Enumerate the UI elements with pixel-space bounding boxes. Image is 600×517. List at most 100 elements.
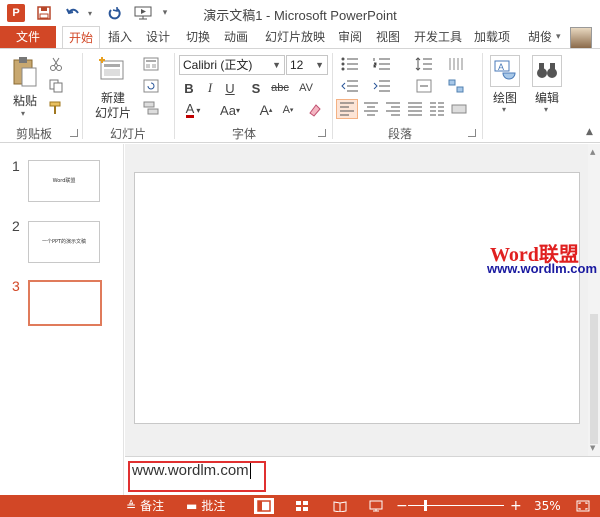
comments-toggle-button[interactable]: ▬ 批注: [186, 495, 225, 517]
cut-icon[interactable]: [46, 55, 66, 73]
title-bar: P ▾ ▾ 演示文稿1 - Microsoft PowerPoint: [0, 0, 600, 26]
zoom-level[interactable]: 35%: [534, 495, 561, 517]
tab-animations[interactable]: 动画: [220, 26, 252, 48]
format-painter-icon[interactable]: [46, 99, 66, 117]
slide-thumbnail-2[interactable]: 一个PPT的演示文稿: [28, 221, 100, 263]
section-icon[interactable]: [140, 99, 162, 117]
zoom-in-button[interactable]: +: [510, 495, 522, 517]
new-slide-icon[interactable]: [98, 55, 128, 85]
justify-icon[interactable]: [404, 99, 426, 119]
increase-indent-icon[interactable]: [370, 77, 394, 95]
bold-icon[interactable]: B: [181, 79, 197, 97]
drawing-label[interactable]: 绘图: [486, 89, 524, 106]
reading-view-icon: [333, 501, 347, 512]
tab-home[interactable]: 开始: [62, 26, 100, 48]
italic-icon[interactable]: I: [202, 79, 218, 97]
slide-number: 1: [12, 158, 20, 174]
tab-view[interactable]: 视图: [372, 26, 404, 48]
binoculars-icon[interactable]: [532, 55, 562, 87]
tab-addins[interactable]: 加载项: [470, 26, 514, 48]
font-name-combo[interactable]: Calibri (正文) ▼: [179, 55, 285, 75]
tab-review[interactable]: 审阅: [334, 26, 366, 48]
new-slide-label-line2[interactable]: 幻灯片: [89, 104, 137, 121]
chevron-down-icon[interactable]: ▾: [544, 105, 548, 114]
vertical-scrollbar[interactable]: ▲ ▼: [588, 144, 600, 456]
font-color-icon[interactable]: A ▾: [181, 101, 205, 119]
tab-slideshow[interactable]: 幻灯片放映: [260, 26, 330, 48]
align-right-icon[interactable]: [382, 99, 404, 119]
paste-label[interactable]: 粘贴: [10, 92, 40, 109]
notes-input[interactable]: www.wordlm.com: [132, 462, 251, 480]
ribbon-separator: [82, 53, 83, 139]
numbering-icon[interactable]: [370, 55, 394, 73]
columns-icon[interactable]: [426, 99, 448, 119]
copy-icon[interactable]: [46, 77, 66, 95]
user-name[interactable]: 胡俊: [528, 26, 552, 48]
change-case-icon[interactable]: Aa ▾: [214, 101, 246, 119]
editing-label[interactable]: 编辑: [528, 89, 566, 106]
chevron-down-icon: ▼: [315, 60, 324, 70]
zoom-slider-thumb[interactable]: [424, 500, 427, 511]
collapse-ribbon-icon[interactable]: ▲: [586, 127, 593, 137]
slide-editing-area: [125, 144, 600, 456]
line-spacing-icon[interactable]: [412, 55, 436, 73]
paragraph-group-label: 段落: [388, 127, 413, 141]
decrease-font-size-icon[interactable]: A ▾: [278, 101, 298, 119]
slides-group-label: 幻灯片: [110, 127, 147, 141]
tab-design[interactable]: 设计: [142, 26, 174, 48]
smartart-icon[interactable]: [444, 77, 468, 95]
current-slide[interactable]: [134, 172, 580, 424]
ribbon-separator: [482, 53, 483, 139]
convert-smartart-icon[interactable]: [448, 99, 470, 119]
reset-slide-icon[interactable]: [140, 77, 162, 95]
text-direction-icon[interactable]: [444, 55, 468, 73]
clipboard-launcher-icon[interactable]: [70, 129, 78, 137]
scroll-down-icon[interactable]: ▼: [590, 444, 595, 452]
slide-thumbnail-3[interactable]: [28, 280, 102, 326]
notes-pane[interactable]: www.wordlm.com: [125, 456, 600, 495]
underline-icon[interactable]: U: [222, 79, 238, 97]
align-center-icon[interactable]: [360, 99, 382, 119]
zoom-out-button[interactable]: −: [396, 495, 408, 517]
notes-icon: ≜: [126, 499, 137, 513]
slide-sorter-button[interactable]: [292, 498, 312, 514]
decrease-indent-icon[interactable]: [338, 77, 362, 95]
align-text-icon[interactable]: [412, 77, 436, 95]
drawing-icon[interactable]: A: [490, 55, 520, 87]
chevron-down-icon[interactable]: ▾: [502, 105, 506, 114]
increase-font-size-icon[interactable]: A ▴: [256, 101, 276, 119]
shadow-icon[interactable]: S: [248, 79, 264, 97]
slide-thumbnail-1[interactable]: Word联盟: [28, 160, 100, 202]
user-dropdown-icon[interactable]: ▾: [556, 32, 561, 42]
layout-icon[interactable]: [140, 55, 162, 73]
notes-toggle-button[interactable]: ≜ 备注: [126, 495, 164, 517]
clear-formatting-icon[interactable]: [304, 101, 324, 119]
svg-text:A: A: [498, 62, 504, 72]
tab-transitions[interactable]: 切换: [182, 26, 214, 48]
paste-icon[interactable]: [10, 55, 40, 89]
bullets-icon[interactable]: [338, 55, 362, 73]
fit-to-window-icon[interactable]: [576, 495, 590, 517]
clipboard-group-label: 剪贴板: [16, 127, 53, 141]
normal-view-button[interactable]: [254, 498, 274, 514]
slideshow-view-button[interactable]: [366, 498, 386, 514]
notes-text: www.wordlm.com: [132, 462, 249, 479]
strikethrough-icon[interactable]: abc: [270, 79, 290, 97]
font-size-combo[interactable]: 12 ▼: [286, 55, 328, 75]
tab-file[interactable]: 文件: [0, 26, 56, 48]
watermark-url: www.wordlm.com: [487, 261, 598, 276]
paste-dropdown-icon[interactable]: ▾: [21, 109, 25, 118]
tab-developer[interactable]: 开发工具: [410, 26, 466, 48]
notes-label: 备注: [140, 499, 165, 513]
slideshow-icon: [369, 500, 383, 512]
character-spacing-icon[interactable]: AV: [294, 79, 318, 97]
paragraph-launcher-icon[interactable]: [468, 129, 476, 137]
zoom-slider[interactable]: [408, 505, 504, 506]
align-left-icon[interactable]: [336, 99, 358, 119]
reading-view-button[interactable]: [330, 498, 350, 514]
avatar[interactable]: [570, 27, 592, 49]
scroll-up-icon[interactable]: ▲: [590, 148, 595, 156]
font-launcher-icon[interactable]: [318, 129, 326, 137]
scrollbar-thumb[interactable]: [590, 314, 598, 444]
tab-insert[interactable]: 插入: [104, 26, 136, 48]
